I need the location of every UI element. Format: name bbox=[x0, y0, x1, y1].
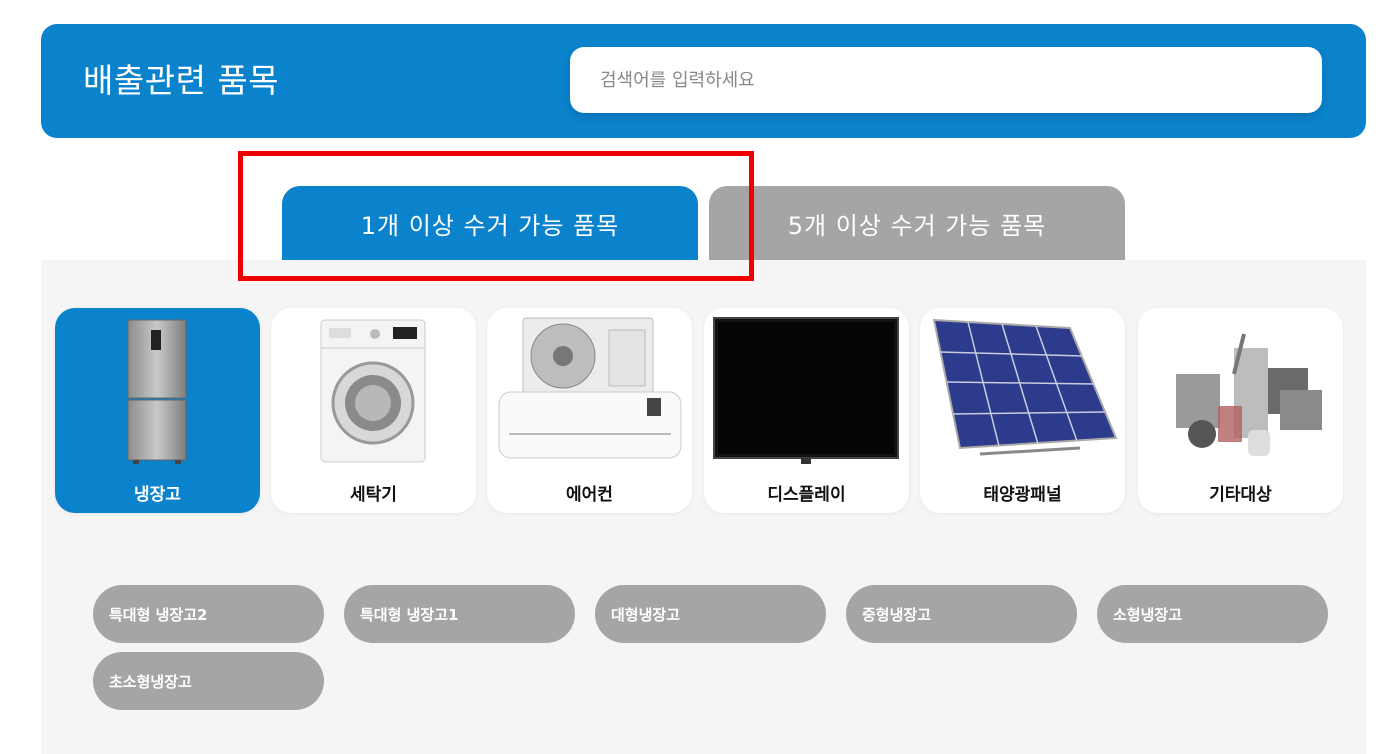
highlight-box bbox=[238, 151, 754, 281]
washing-machine-image bbox=[320, 319, 426, 463]
tab-5-or-more[interactable]: 5개 이상 수거 가능 품목 bbox=[709, 186, 1125, 260]
appliances-image bbox=[1176, 333, 1322, 456]
category-label: 디스플레이 bbox=[767, 485, 846, 505]
solar-panel-image bbox=[932, 318, 1118, 456]
display-image bbox=[713, 317, 899, 464]
subitem-pill[interactable]: 특대형 냉장고1 bbox=[344, 585, 575, 643]
subitem-pill[interactable]: 소형냉장고 bbox=[1097, 585, 1328, 643]
air-conditioner-image bbox=[498, 317, 682, 459]
refrigerator-image bbox=[127, 319, 187, 464]
subitem-pill[interactable]: 중형냉장고 bbox=[846, 585, 1077, 643]
category-solar-panel[interactable]: 태양광패널 bbox=[920, 308, 1125, 513]
search-input[interactable] bbox=[570, 47, 1322, 113]
category-label: 에어컨 bbox=[566, 485, 613, 505]
category-air-conditioner[interactable]: 에어컨 bbox=[487, 308, 692, 513]
category-others[interactable]: 기타대상 bbox=[1138, 308, 1343, 513]
category-label: 세탁기 bbox=[350, 485, 397, 505]
subitem-pill[interactable]: 초소형냉장고 bbox=[93, 652, 324, 710]
category-label: 태양광패널 bbox=[983, 485, 1062, 505]
category-washing-machine[interactable]: 세탁기 bbox=[271, 308, 476, 513]
subitem-pill[interactable]: 특대형 냉장고2 bbox=[93, 585, 324, 643]
subitem-pill[interactable]: 대형냉장고 bbox=[595, 585, 826, 643]
category-refrigerator[interactable]: 냉장고 bbox=[55, 308, 260, 513]
category-label: 기타대상 bbox=[1209, 485, 1272, 505]
page-title: 배출관련 품목 bbox=[83, 61, 280, 100]
header-bar: 배출관련 품목 bbox=[41, 24, 1366, 138]
category-label: 냉장고 bbox=[134, 485, 181, 505]
category-display[interactable]: 디스플레이 bbox=[704, 308, 909, 513]
